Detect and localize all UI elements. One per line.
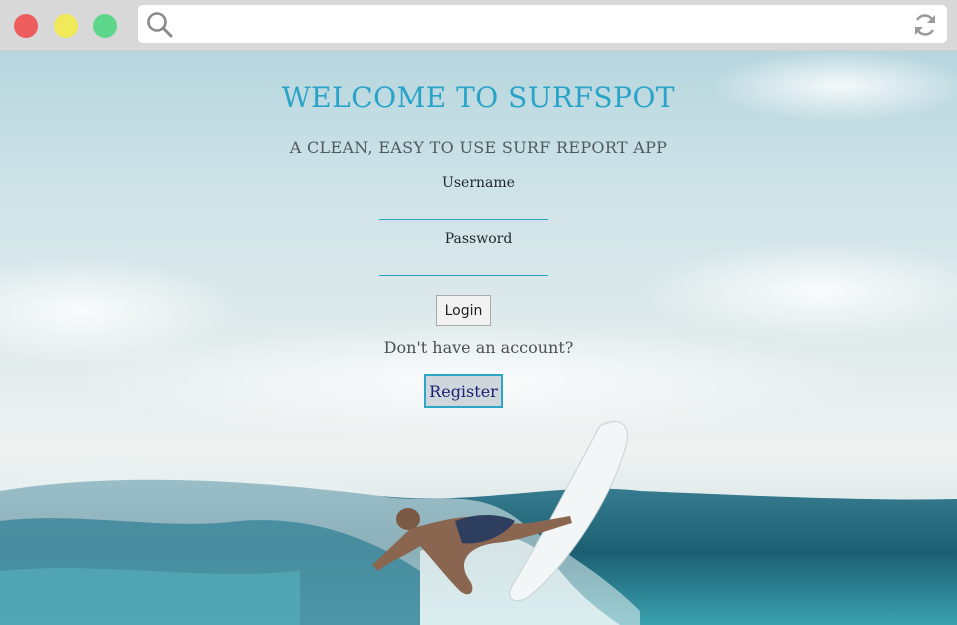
username-input[interactable]: [379, 198, 548, 220]
password-label: Password: [444, 231, 513, 247]
username-label: Username: [442, 175, 515, 191]
register-button[interactable]: Register: [424, 374, 503, 408]
address-bar[interactable]: [138, 5, 947, 43]
signup-prompt: Don't have an account?: [383, 338, 574, 357]
login-button[interactable]: Login: [436, 295, 491, 326]
login-page: WELCOME TO SURFSPOT A CLEAN, EASY TO USE…: [0, 51, 957, 625]
page-subtitle: A CLEAN, EASY TO USE SURF REPORT APP: [289, 138, 668, 157]
close-window-button[interactable]: [14, 14, 38, 38]
page-title: WELCOME TO SURFSPOT: [281, 81, 676, 114]
reload-icon[interactable]: [911, 11, 939, 39]
minimize-window-button[interactable]: [54, 14, 78, 38]
password-input[interactable]: [379, 254, 548, 276]
maximize-window-button[interactable]: [93, 14, 117, 38]
browser-toolbar: [0, 0, 957, 51]
search-icon: [147, 12, 173, 38]
